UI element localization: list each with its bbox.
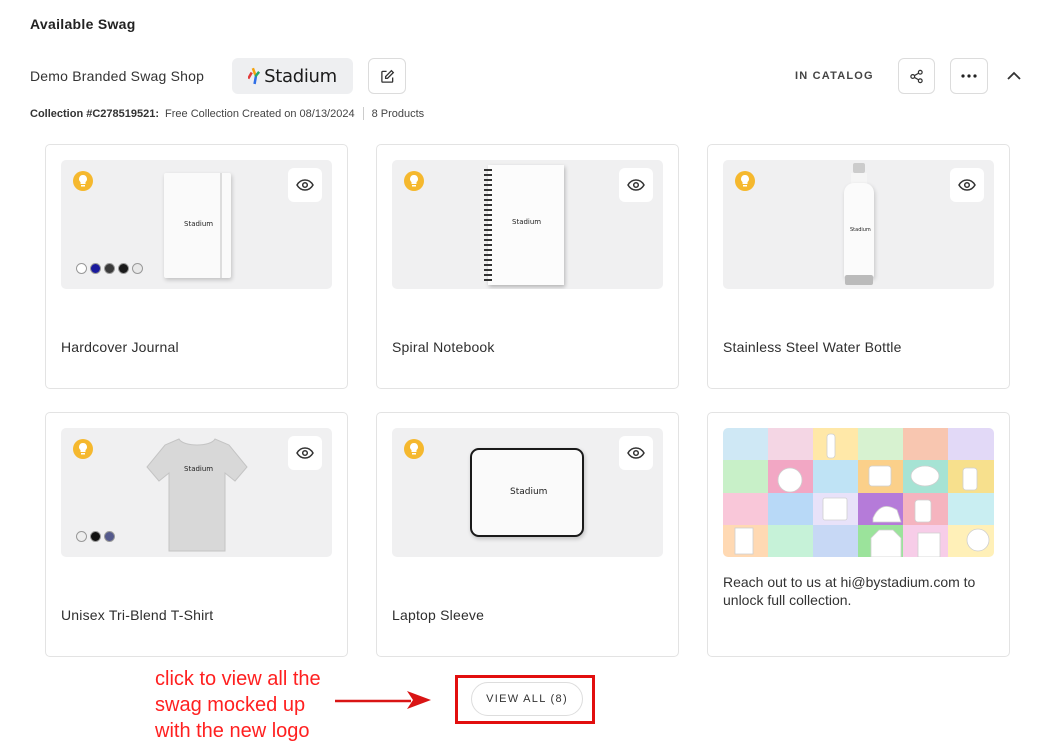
sleeve-logo: Stadium — [510, 487, 548, 497]
lightbulb-icon — [404, 171, 424, 191]
product-name: Stainless Steel Water Bottle — [723, 339, 902, 355]
stadium-logo-mark-icon — [248, 67, 261, 85]
edit-icon — [380, 69, 394, 83]
product-name: Unisex Tri-Blend T-Shirt — [61, 607, 214, 623]
product-image: Stadium — [392, 160, 663, 289]
product-count: 8 Products — [371, 107, 425, 120]
tshirt-logo: Stadium — [184, 465, 214, 473]
journal-mockup: Stadium — [164, 173, 231, 278]
product-card[interactable]: Stadium Spiral Notebook — [376, 144, 679, 389]
swag-collage-image — [723, 428, 994, 557]
swatch-white[interactable] — [76, 263, 87, 274]
preview-button[interactable] — [950, 168, 984, 202]
promo-text: Reach out to us at hi@bystadium.com to u… — [723, 574, 976, 608]
product-image: Stadium — [723, 160, 994, 289]
collage-graphic — [723, 428, 994, 557]
chevron-up-icon — [1007, 71, 1021, 80]
catalog-status: IN CATALOG — [795, 70, 874, 82]
share-icon — [910, 69, 923, 83]
color-swatches — [76, 531, 115, 542]
logo-text: Stadium — [264, 65, 337, 87]
preview-button[interactable] — [288, 168, 322, 202]
swatch-black[interactable] — [118, 263, 129, 274]
notebook-mockup: Stadium — [484, 165, 564, 285]
preview-button[interactable] — [619, 436, 653, 470]
more-options-button[interactable] — [950, 58, 988, 94]
collection-created: Free Collection Created on 08/13/2024 — [165, 107, 355, 120]
promo-card: Reach out to us at hi@bystadium.com to u… — [707, 412, 1010, 657]
product-image: Stadium — [61, 160, 332, 289]
product-card[interactable]: Stadium Laptop Sleeve — [376, 412, 679, 657]
share-button[interactable] — [898, 58, 935, 94]
lightbulb-icon — [735, 171, 755, 191]
product-card[interactable]: Stadium Hardcover Journal — [45, 144, 348, 389]
edit-button[interactable] — [368, 58, 406, 94]
eye-icon — [958, 179, 976, 191]
preview-button[interactable] — [619, 168, 653, 202]
tshirt-mockup — [146, 438, 248, 552]
swatch-charcoal[interactable] — [104, 263, 115, 274]
annotation-arrow-icon — [335, 691, 431, 709]
product-card[interactable]: Stadium Unisex Tri-Blend T-Shirt — [45, 412, 348, 657]
swatch-light-gray[interactable] — [132, 263, 143, 274]
annotation-line: click to view all the — [155, 668, 321, 690]
shop-name: Demo Branded Swag Shop — [30, 68, 205, 84]
divider — [362, 107, 364, 120]
eye-icon — [627, 447, 645, 459]
collection-header: Demo Branded Swag Shop Stadium IN CATALO… — [30, 58, 1021, 94]
product-image: Stadium — [61, 428, 332, 557]
color-swatches — [76, 263, 143, 274]
view-all-button[interactable]: VIEW ALL (8) — [471, 682, 583, 716]
eye-icon — [296, 447, 314, 459]
annotation-line: with the new logo — [155, 720, 310, 742]
shop-logo: Stadium — [232, 58, 353, 94]
more-icon — [961, 74, 977, 78]
preview-button[interactable] — [288, 436, 322, 470]
annotation-line: swag mocked up — [155, 694, 306, 716]
product-card[interactable]: Stadium Stainless Steel Water Bottle — [707, 144, 1010, 389]
section-title: Available Swag — [30, 16, 136, 32]
swatch-navy-heather[interactable] — [104, 531, 115, 542]
journal-logo: Stadium — [184, 220, 214, 228]
collection-meta: Collection #C278519521: Free Collection … — [30, 107, 424, 120]
eye-icon — [627, 179, 645, 191]
lightbulb-icon — [73, 171, 93, 191]
product-name: Hardcover Journal — [61, 339, 179, 355]
swatch-black[interactable] — [90, 531, 101, 542]
collection-id: Collection #C278519521: — [30, 107, 160, 120]
swatch-heather-white[interactable] — [76, 531, 87, 542]
product-name: Laptop Sleeve — [392, 607, 485, 623]
product-name: Spiral Notebook — [392, 339, 495, 355]
lightbulb-icon — [404, 439, 424, 459]
bottle-mockup: Stadium — [842, 163, 876, 286]
product-image: Stadium — [392, 428, 663, 557]
lightbulb-icon — [73, 439, 93, 459]
collapse-button[interactable] — [1002, 64, 1026, 88]
eye-icon — [296, 179, 314, 191]
annotation-callout: click to view all the swag mocked up wit… — [155, 666, 321, 744]
swatch-navy[interactable] — [90, 263, 101, 274]
bottle-logo: Stadium — [850, 227, 871, 233]
notebook-logo: Stadium — [512, 218, 542, 226]
laptop-sleeve-mockup: Stadium — [470, 448, 584, 537]
